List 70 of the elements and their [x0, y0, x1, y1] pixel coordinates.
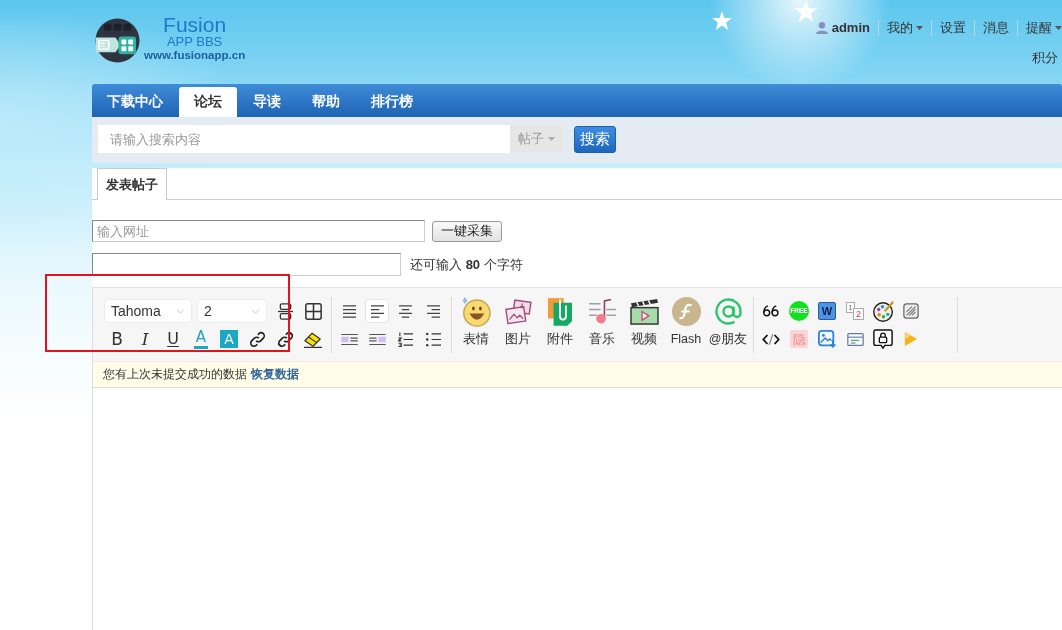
collect-button[interactable]: 一键采集	[432, 220, 502, 242]
subject-field[interactable]	[92, 253, 401, 276]
attachment-button[interactable]: 附件	[539, 296, 581, 347]
align-right-icon	[425, 304, 441, 318]
unlink-icon[interactable]	[276, 330, 294, 348]
card-icon[interactable]	[846, 332, 864, 346]
align-center-icon	[397, 304, 413, 318]
nav-tab[interactable]: 导读	[238, 87, 296, 117]
restore-link[interactable]: 恢复数据	[251, 366, 299, 383]
split-boxes-icon[interactable]	[277, 302, 293, 320]
video-button[interactable]: 视频	[623, 296, 665, 347]
emoji-button[interactable]: 表情	[455, 296, 497, 347]
star-icon	[712, 11, 732, 30]
menu-link[interactable]: 提醒	[1026, 20, 1062, 36]
eraser-icon[interactable]	[303, 330, 323, 348]
username-link[interactable]: admin	[831, 20, 870, 36]
palette-icon[interactable]	[872, 300, 894, 322]
align-left-icon	[369, 304, 385, 318]
url-field[interactable]: 输入网址	[92, 220, 425, 242]
flash-icon	[671, 297, 701, 326]
hatched-square-icon[interactable]	[903, 303, 919, 319]
site-name: Fusion	[163, 14, 227, 36]
word-button[interactable]: W	[818, 302, 836, 320]
post-tab[interactable]: 发表帖子	[97, 168, 167, 200]
menu-link[interactable]: 我的	[887, 20, 923, 36]
image-button[interactable]: 图片	[497, 296, 539, 347]
flash-button[interactable]: Flash	[665, 296, 707, 347]
caret-icon	[548, 137, 555, 141]
align-justify-icon	[341, 304, 357, 318]
nav-tab[interactable]: 下载中心	[92, 87, 178, 117]
logo-icon	[95, 18, 140, 63]
chevron-down-icon	[176, 308, 185, 314]
table-icon[interactable]	[304, 302, 322, 320]
credits-link[interactable]: 积分	[1032, 49, 1062, 67]
image-download-icon[interactable]	[818, 330, 836, 348]
float-right-icon[interactable]	[368, 333, 386, 345]
bold-button[interactable]: B	[111, 330, 123, 348]
lock-bubble-icon[interactable]	[873, 329, 893, 349]
bullet-list-icon[interactable]	[425, 331, 441, 347]
nav-tab[interactable]: 排行榜	[356, 87, 428, 117]
user-icon	[815, 22, 828, 34]
align-left-button[interactable]	[365, 299, 389, 323]
search-field[interactable]: 请输入搜索内容	[98, 125, 510, 153]
menu-link[interactable]: 设置	[940, 20, 966, 36]
code-icon[interactable]	[762, 332, 780, 346]
music-note-icon	[587, 299, 617, 324]
paperclip-icon	[548, 297, 572, 326]
clapperboard-icon	[629, 298, 659, 325]
font-select[interactable]: Tahoma	[104, 299, 192, 323]
site-subtitle: APP BBS	[166, 36, 223, 48]
italic-button[interactable]: I	[141, 330, 149, 348]
link-icon[interactable]	[248, 330, 266, 348]
mention-button[interactable]: @朋友	[707, 296, 749, 347]
site-url: www.fusionapp.cn	[144, 48, 246, 62]
chevron-down-icon	[251, 308, 260, 314]
underline-button[interactable]: U	[167, 331, 179, 347]
notice-text: 您有上次未提交成功的数据	[103, 366, 247, 383]
smiley-icon	[461, 296, 491, 327]
float-left-icon[interactable]	[340, 333, 358, 345]
nav-tab[interactable]: 帮助	[297, 87, 355, 117]
at-sign-icon	[714, 298, 742, 325]
search-button[interactable]: 搜索	[574, 126, 616, 153]
menu-link[interactable]: 消息	[983, 20, 1009, 36]
ordered-list-icon[interactable]	[397, 331, 413, 347]
char-count-text: 还可输入 80 个字符	[410, 255, 523, 274]
quote-icon[interactable]	[763, 305, 779, 317]
size-select[interactable]: 2	[197, 299, 267, 323]
nav-tab[interactable]: 论坛	[179, 87, 237, 117]
music-button[interactable]: 音乐	[581, 296, 623, 347]
photos-icon	[504, 298, 532, 325]
